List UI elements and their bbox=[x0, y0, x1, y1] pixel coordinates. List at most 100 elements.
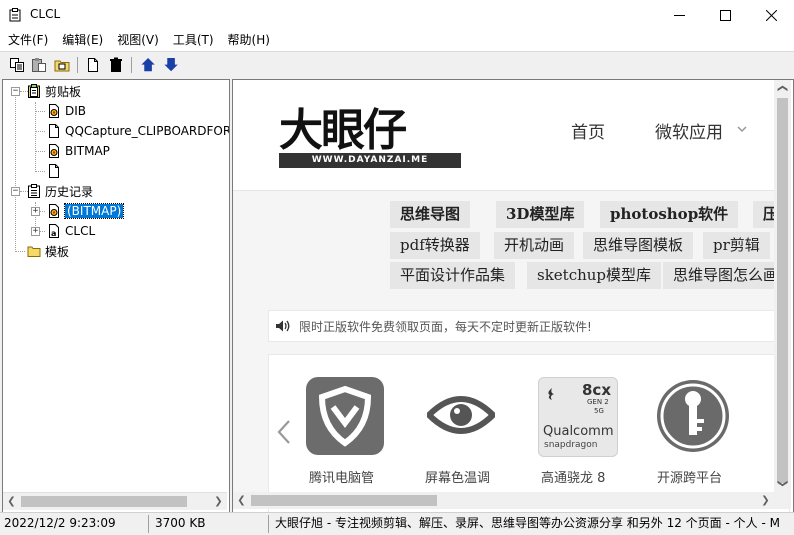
expand-clcl-toggle[interactable]: + bbox=[31, 227, 40, 236]
scroll-thumb[interactable] bbox=[21, 496, 187, 507]
move-up-button[interactable] bbox=[139, 56, 157, 74]
tag-link[interactable]: 开机动画 bbox=[494, 232, 575, 259]
eye-icon[interactable] bbox=[427, 391, 495, 439]
status-divider bbox=[268, 515, 269, 533]
new-button[interactable] bbox=[84, 56, 102, 74]
preview-horizontal-scrollbar[interactable]: ❮ ❯ bbox=[233, 492, 774, 509]
close-icon bbox=[765, 9, 777, 21]
nav-apps-link[interactable]: 微软应用 bbox=[655, 118, 723, 143]
tree-node-empty[interactable] bbox=[47, 161, 65, 181]
tag-link[interactable]: 思维导图 bbox=[390, 201, 471, 228]
menu-file[interactable]: 文件(F) bbox=[1, 30, 55, 51]
software-cards: 腾讯电脑管 屏幕色温调 8cx GEN 2 5G Qualcomm snapdr… bbox=[268, 354, 790, 512]
tag-link[interactable]: sketchup模型库 bbox=[527, 262, 662, 289]
tencent-shield-icon[interactable] bbox=[306, 377, 384, 455]
scroll-up-icon[interactable]: ❮ bbox=[774, 80, 791, 97]
paste-icon bbox=[32, 58, 46, 72]
snapdragon-chip-icon[interactable]: 8cx GEN 2 5G Qualcomm snapdragon bbox=[538, 377, 618, 457]
web-body: 思维导图 3D模型库 photoshop软件 压 pdf转换器 开机动画 思维导… bbox=[233, 191, 790, 512]
clipboard-tree[interactable]: − − + + 剪贴板 DIB QQCapture_CLIPBOARDFO BI… bbox=[2, 79, 230, 513]
tree-line bbox=[40, 211, 45, 212]
tree-node-dib[interactable]: DIB bbox=[47, 101, 86, 121]
menu-tools[interactable]: 工具(T) bbox=[166, 30, 221, 51]
menu-edit[interactable]: 编辑(E) bbox=[55, 30, 110, 51]
tree-node-history-bitmap[interactable]: (BITMAP) bbox=[47, 201, 125, 221]
scroll-down-icon[interactable]: ❯ bbox=[774, 475, 791, 492]
maximize-button[interactable] bbox=[702, 0, 748, 30]
tree-node-templates[interactable]: 模板 bbox=[27, 241, 69, 261]
tree-node-qqcapture[interactable]: QQCapture_CLIPBOARDFORMAT bbox=[47, 121, 229, 141]
notice-bar[interactable]: 限时正版软件免费领取页面，每天不定时更新正版软件! bbox=[268, 310, 790, 342]
close-button[interactable] bbox=[748, 0, 794, 30]
folder-button[interactable] bbox=[53, 56, 71, 74]
tree-horizontal-scrollbar[interactable]: ❮ ❯ bbox=[3, 492, 227, 510]
site-logo: 大眼仔 bbox=[279, 105, 407, 156]
tag-link[interactable]: 平面设计作品集 bbox=[390, 262, 516, 289]
folder-icon bbox=[54, 60, 70, 72]
chip-gen: GEN 2 bbox=[587, 398, 609, 406]
scroll-thumb[interactable] bbox=[251, 495, 437, 506]
tag-link[interactable]: pr剪辑 bbox=[703, 232, 770, 259]
preview-pane: 大眼仔 WWW.DAYANZAI.ME 首页 微软应用 思维导图 3D模型库 p… bbox=[232, 79, 794, 513]
collapse-history-toggle[interactable]: − bbox=[11, 187, 20, 196]
history-icon bbox=[28, 184, 40, 198]
file-icon bbox=[49, 164, 59, 178]
menu-view[interactable]: 视图(V) bbox=[110, 30, 166, 51]
tree-node-bitmap[interactable]: BITMAP bbox=[47, 141, 110, 161]
tree-line bbox=[35, 131, 45, 132]
copy-button[interactable] bbox=[8, 56, 26, 74]
tree-line bbox=[15, 251, 25, 252]
tag-link[interactable]: 思维导图模板 bbox=[583, 232, 694, 259]
minimize-icon bbox=[673, 14, 685, 16]
collapse-clipboard-toggle[interactable]: − bbox=[11, 87, 20, 96]
card-label[interactable]: 高通骁龙 8 bbox=[541, 467, 605, 486]
tag-link[interactable]: 3D模型库 bbox=[496, 201, 585, 228]
scroll-left-icon[interactable]: ❮ bbox=[3, 493, 20, 510]
tree-node-history-clcl[interactable]: a CLCL bbox=[47, 221, 95, 241]
card-label[interactable]: 开源跨平台 bbox=[657, 467, 722, 486]
nav-home-link[interactable]: 首页 bbox=[571, 118, 605, 143]
tree-line bbox=[40, 231, 45, 232]
preview-vertical-scrollbar[interactable]: ❮ ❯ bbox=[774, 80, 791, 492]
scroll-right-icon[interactable]: ❯ bbox=[757, 492, 774, 509]
scrollbar-corner bbox=[774, 492, 791, 509]
expand-bitmap-toggle[interactable]: + bbox=[31, 207, 40, 216]
tree-line bbox=[35, 171, 45, 172]
svg-text:a: a bbox=[51, 229, 56, 238]
chevron-down-icon bbox=[737, 126, 747, 133]
status-divider bbox=[148, 515, 149, 533]
tree-node-label: 剪贴板 bbox=[45, 84, 82, 99]
paste-button[interactable] bbox=[30, 56, 48, 74]
chip-model: 8cx bbox=[582, 381, 612, 399]
tree-node-history[interactable]: 历史记录 bbox=[27, 181, 93, 201]
chevron-left-icon[interactable] bbox=[277, 419, 291, 445]
scroll-right-icon[interactable]: ❯ bbox=[210, 493, 227, 510]
web-header: 大眼仔 WWW.DAYANZAI.ME 首页 微软应用 bbox=[233, 80, 778, 191]
bitmap-file-icon bbox=[49, 144, 59, 158]
scroll-left-icon[interactable]: ❮ bbox=[233, 492, 250, 509]
scroll-thumb[interactable] bbox=[777, 98, 788, 483]
title-bar: CLCL bbox=[0, 0, 794, 30]
tree-line bbox=[35, 151, 45, 152]
status-datetime: 2022/12/2 9:23:09 bbox=[4, 516, 116, 530]
status-size: 3700 KB bbox=[155, 516, 206, 530]
site-logo-url: WWW.DAYANZAI.ME bbox=[279, 153, 461, 168]
tag-link[interactable]: pdf转换器 bbox=[390, 232, 480, 259]
delete-button[interactable] bbox=[107, 56, 125, 74]
minimize-button[interactable] bbox=[656, 0, 702, 30]
menu-help[interactable]: 帮助(H) bbox=[221, 30, 277, 51]
card-label[interactable]: 腾讯电脑管 bbox=[309, 467, 374, 486]
tag-link[interactable]: 思维导图怎么画 bbox=[663, 262, 789, 289]
move-up-icon bbox=[141, 57, 155, 72]
keepass-key-icon[interactable] bbox=[654, 377, 732, 455]
move-down-button[interactable] bbox=[162, 56, 180, 74]
file-icon bbox=[49, 124, 59, 138]
menu-bar: 文件(F) 编辑(E) 视图(V) 工具(T) 帮助(H) bbox=[0, 30, 794, 51]
tree-node-clipboard[interactable]: 剪贴板 bbox=[27, 81, 81, 101]
tree-node-label: CLCL bbox=[65, 224, 96, 238]
tree-node-label: QQCapture_CLIPBOARDFORMAT bbox=[65, 124, 229, 138]
folder-icon bbox=[27, 246, 41, 257]
tag-link[interactable]: photoshop软件 bbox=[600, 201, 739, 228]
card-label[interactable]: 屏幕色温调 bbox=[425, 467, 490, 486]
tree-node-label: (BITMAP) bbox=[63, 203, 125, 219]
